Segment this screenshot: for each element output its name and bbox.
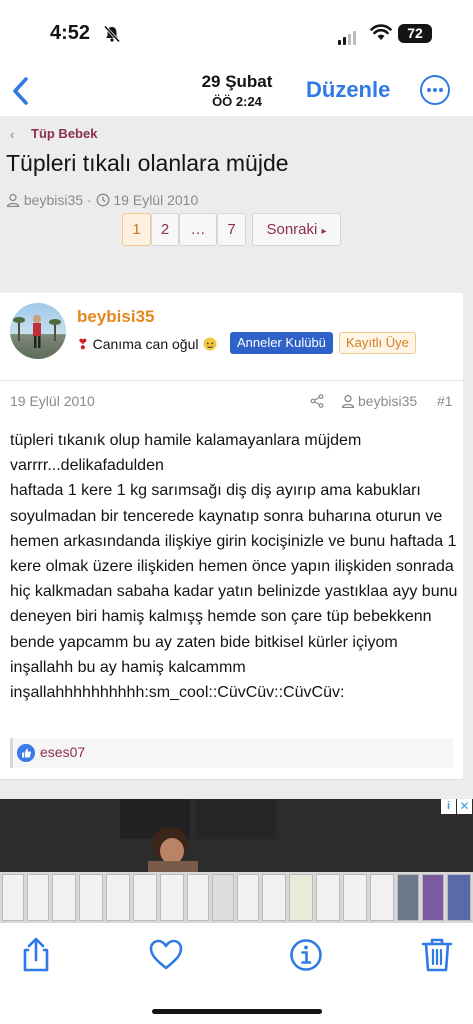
user-icon <box>6 193 20 208</box>
post-username[interactable]: beybisi35 <box>77 307 155 327</box>
back-chevron-icon[interactable] <box>8 74 34 108</box>
clock-icon <box>96 193 109 207</box>
heart-pin-icon: ❣ <box>77 336 89 352</box>
next-page-label: Sonraki <box>266 221 318 238</box>
edit-button[interactable]: Düzenle <box>306 77 390 103</box>
like-icon <box>17 744 35 762</box>
photo-time: ÖÖ 2:24 <box>212 94 262 109</box>
page-2-button[interactable]: 2 <box>151 213 179 246</box>
ad-thumbnail-strip <box>0 872 473 923</box>
avatar-image <box>13 315 61 348</box>
trash-icon[interactable] <box>419 936 455 974</box>
meta-separator: · <box>86 192 92 208</box>
status-time: 4:52 <box>50 22 91 44</box>
share-icon[interactable] <box>18 936 54 974</box>
post-date[interactable]: 19 Eylül 2010 <box>10 393 95 409</box>
post-author[interactable]: beybisi35 <box>358 393 417 409</box>
battery-indicator: 72 <box>398 24 432 43</box>
ad-info-icon[interactable]: i <box>441 799 456 814</box>
ad-close-icon[interactable]: ✕ <box>457 799 472 814</box>
info-icon[interactable] <box>288 936 324 974</box>
bell-slash-icon <box>103 25 121 43</box>
photo-date: 29 Şubat <box>201 72 273 91</box>
signal-icon <box>338 27 358 45</box>
heart-icon[interactable] <box>148 936 184 974</box>
badge-anneler-kulubu: Anneler Kulübü <box>230 332 333 354</box>
page-ellipsis-button[interactable]: … <box>179 213 217 246</box>
baby-emoji-icon <box>203 337 217 351</box>
breadcrumb[interactable]: Tüp Bebek <box>31 126 97 141</box>
breadcrumb-chevron-icon: ‹ <box>10 127 15 142</box>
badge-kayitli-uye: Kayıtlı Üye <box>339 332 416 354</box>
thread-date: 19 Eylül 2010 <box>113 192 199 208</box>
thread-title: Tüpleri tıkalı olanlara müjde <box>6 150 289 176</box>
post-body: tüpleri tıkanık olup hamile kalamayanlar… <box>10 432 458 702</box>
next-page-button[interactable]: Sonraki ▸ <box>252 213 341 246</box>
user-title-text: Canıma can oğul <box>92 336 199 352</box>
share-post-icon[interactable] <box>310 394 324 408</box>
avatar[interactable] <box>10 303 66 359</box>
user-title: ❣ Canıma can oğul <box>77 336 218 353</box>
home-indicator <box>152 1009 322 1014</box>
post-number[interactable]: #1 <box>437 393 453 409</box>
page-1-button[interactable]: 1 <box>122 213 151 246</box>
post-user-icon <box>341 394 355 408</box>
thread-author[interactable]: beybisi35 <box>24 192 83 208</box>
reaction-user[interactable]: eses07 <box>40 744 85 760</box>
more-icon[interactable] <box>420 75 450 105</box>
thread-meta: beybisi35 · 19 Eylül 2010 <box>6 192 198 208</box>
next-arrow-icon: ▸ <box>321 226 327 237</box>
page-7-button[interactable]: 7 <box>217 213 246 246</box>
wifi-icon <box>370 24 392 40</box>
post-divider <box>0 380 463 381</box>
